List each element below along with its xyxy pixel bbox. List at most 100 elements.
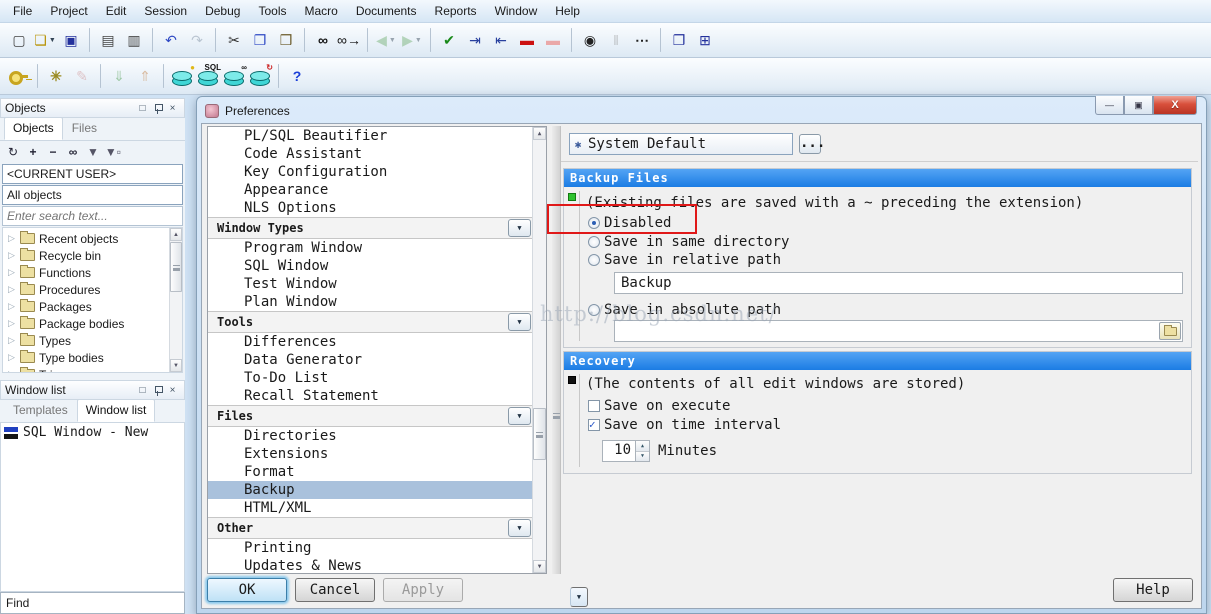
macro-library-icon[interactable]: ⋯ xyxy=(629,27,655,53)
preferences-list-scrollbar[interactable]: ▲ ▼ xyxy=(532,127,546,573)
menu-item[interactable]: Reports xyxy=(426,0,486,22)
spin-down-icon[interactable]: ▼ xyxy=(636,452,649,462)
collapse-icon[interactable]: − xyxy=(44,143,62,161)
preferences-category-item[interactable]: Appearance xyxy=(208,181,546,199)
tab-window-list[interactable]: Window list xyxy=(77,399,156,422)
preferences-category-item[interactable]: Other ▼ xyxy=(208,517,546,539)
objects-tree-scrollbar[interactable]: ▲ ▼ xyxy=(169,228,182,372)
interval-value-field[interactable]: 10 xyxy=(602,440,636,462)
preferences-category-item[interactable]: PL/SQL Beautifier xyxy=(208,127,546,145)
expand-arrow-icon[interactable]: ▷ xyxy=(8,284,16,295)
scrollbar-thumb[interactable] xyxy=(533,408,546,460)
tree-item[interactable]: ▷ Recent objects xyxy=(3,230,182,247)
menu-item[interactable]: Edit xyxy=(97,0,136,22)
window-list-item[interactable]: SQL Window - New xyxy=(1,423,184,442)
tree-item[interactable]: ▷ Triggers xyxy=(3,366,182,373)
find-bar[interactable]: Find xyxy=(0,592,185,614)
option-same-directory[interactable]: Save in same directory xyxy=(588,234,789,250)
tree-item[interactable]: ▷ Functions xyxy=(3,264,182,281)
combo-arrow-icon[interactable]: ▼ xyxy=(570,587,588,607)
preferences-category-item[interactable]: HTML/XML xyxy=(208,499,546,517)
tab-files[interactable]: Files xyxy=(63,117,106,140)
outdent-icon[interactable]: ⇤ xyxy=(488,27,514,53)
preferences-category-item[interactable]: Directories xyxy=(208,427,546,445)
print-icon[interactable]: ▤ xyxy=(95,27,121,53)
refresh-icon[interactable]: ↻ xyxy=(4,143,22,161)
option-relative-path[interactable]: Save in relative path xyxy=(588,252,781,268)
radio-absolute-path[interactable] xyxy=(588,304,600,316)
print-preview-icon[interactable]: ▥ xyxy=(121,27,147,53)
close-button[interactable]: X xyxy=(1153,96,1197,115)
find-next-icon[interactable]: ∞→ xyxy=(336,27,362,53)
sql-window-db-icon[interactable]: SQL xyxy=(195,63,221,89)
expand-arrow-icon[interactable]: ▷ xyxy=(8,369,16,373)
float-panel-icon[interactable]: □ xyxy=(135,383,150,397)
preferences-category-item[interactable]: Format xyxy=(208,463,546,481)
dropdown-arrow-icon[interactable]: ▼ xyxy=(49,37,56,44)
help-icon[interactable]: ? xyxy=(284,63,310,89)
absolute-path-field[interactable] xyxy=(614,320,1183,342)
ok-button[interactable]: OK xyxy=(207,578,287,602)
preferences-category-item[interactable]: Plan Window xyxy=(208,293,546,311)
scroll-down-icon[interactable]: ▼ xyxy=(170,359,182,372)
preferences-category-item[interactable]: Window Types ▼ xyxy=(208,217,546,239)
copy-icon[interactable]: ❐ xyxy=(247,27,273,53)
cut-icon[interactable]: ✂ xyxy=(221,27,247,53)
preferences-category-item[interactable]: Printing xyxy=(208,539,546,557)
configure-icon[interactable]: ✳ xyxy=(43,63,69,89)
radio-same-directory[interactable] xyxy=(588,236,600,248)
user-filter-combo[interactable]: <CURRENT USER> ▼ xyxy=(2,164,183,184)
new-item-icon[interactable]: ▢ xyxy=(6,27,32,53)
expand-arrow-icon[interactable]: ▷ xyxy=(8,233,16,244)
expand-arrow-icon[interactable]: ▷ xyxy=(8,267,16,278)
relative-path-field[interactable]: Backup xyxy=(614,272,1183,294)
dropdown-arrow-icon[interactable]: ▼ xyxy=(17,73,24,80)
apply-button[interactable]: Apply xyxy=(383,578,463,602)
preferences-category-item[interactable]: Tools ▼ xyxy=(208,311,546,333)
profile-combo[interactable]: ✱ System Default ▼ xyxy=(569,133,793,155)
dropdown-arrow-icon[interactable]: ▼ xyxy=(389,37,396,44)
section-collapse-icon[interactable]: ▼ xyxy=(508,313,531,331)
option-save-on-execute[interactable]: Save on execute xyxy=(588,398,730,414)
preferences-category-item[interactable]: Files ▼ xyxy=(208,405,546,427)
browse-folder-button[interactable] xyxy=(1159,322,1181,340)
filter-icon[interactable]: ▼ xyxy=(84,143,102,161)
expand-arrow-icon[interactable]: ▷ xyxy=(8,335,16,346)
find-icon[interactable]: ∞ xyxy=(310,27,336,53)
preferences-category-item[interactable]: Data Generator xyxy=(208,351,546,369)
set-breakpoint-icon[interactable]: ▬ xyxy=(514,27,540,53)
profile-more-button[interactable]: ... xyxy=(799,134,821,154)
section-collapse-icon[interactable]: ▼ xyxy=(508,407,531,425)
menu-item[interactable]: Window xyxy=(486,0,547,22)
preferences-category-item[interactable]: Recall Statement xyxy=(208,387,546,405)
back-icon[interactable]: ◀▼ xyxy=(373,27,399,53)
paste-icon[interactable]: ❒ xyxy=(273,27,299,53)
find-object-icon[interactable]: ∞ xyxy=(64,143,82,161)
expand-arrow-icon[interactable]: ▷ xyxy=(8,250,16,261)
tile-windows-icon[interactable]: ⊞ xyxy=(692,27,718,53)
menu-item[interactable]: Help xyxy=(546,0,589,22)
filter-settings-icon[interactable]: ▼▫ xyxy=(104,143,122,161)
option-save-on-interval[interactable]: Save on time interval xyxy=(588,417,781,433)
dialog-titlebar[interactable]: Preferences xyxy=(197,97,1206,122)
menu-item[interactable]: Session xyxy=(135,0,196,22)
checkbox-save-on-execute[interactable] xyxy=(588,400,600,412)
preferences-category-item[interactable]: SQL Window xyxy=(208,257,546,275)
preferences-category-item[interactable]: Differences xyxy=(208,333,546,351)
preferences-category-item[interactable]: Backup xyxy=(208,481,546,499)
menu-item[interactable]: Documents xyxy=(347,0,426,22)
object-search-input[interactable] xyxy=(2,206,183,226)
preferences-category-item[interactable]: Program Window xyxy=(208,239,546,257)
menu-item[interactable]: Debug xyxy=(196,0,249,22)
pin-panel-icon[interactable] xyxy=(150,101,165,115)
menu-item[interactable]: Project xyxy=(41,0,96,22)
list-splitter[interactable] xyxy=(552,126,560,574)
redo-icon[interactable]: ↷ xyxy=(184,27,210,53)
tree-item[interactable]: ▷ Package bodies xyxy=(3,315,182,332)
scroll-up-icon[interactable]: ▲ xyxy=(533,127,546,140)
macro-record-icon[interactable]: ◉ xyxy=(577,27,603,53)
indent-icon[interactable]: ⇥ xyxy=(462,27,488,53)
find-db-icon[interactable]: ∞ xyxy=(221,63,247,89)
macro-pause-icon[interactable]: ‖ xyxy=(603,27,629,53)
maximize-button[interactable]: ▣ xyxy=(1124,96,1153,115)
